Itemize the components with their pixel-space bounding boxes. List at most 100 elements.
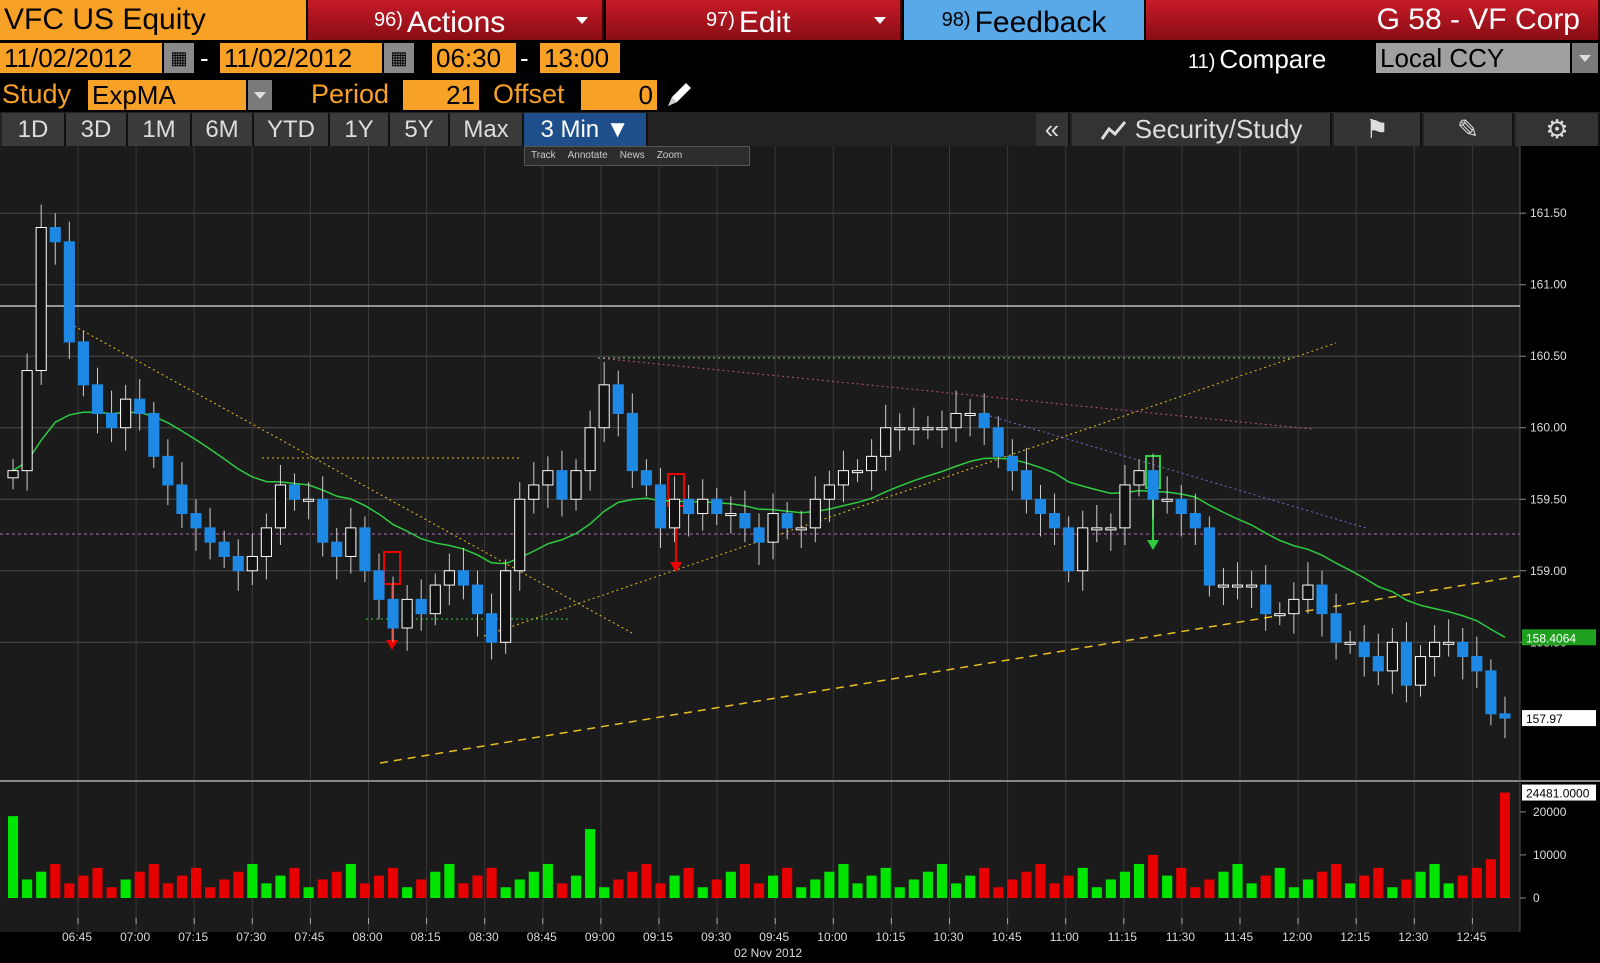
candle bbox=[1175, 498, 1187, 515]
volume-bar bbox=[233, 871, 244, 898]
volume-bar bbox=[1401, 879, 1412, 898]
toolbar-annotate[interactable]: Annotate bbox=[562, 147, 614, 165]
candle bbox=[556, 470, 568, 500]
volume-bar bbox=[1499, 792, 1511, 898]
start-date-field[interactable]: 11/02/2012 bbox=[0, 43, 162, 73]
candle bbox=[486, 613, 498, 643]
tab-1m[interactable]: 1M bbox=[128, 113, 192, 146]
candle bbox=[866, 455, 878, 472]
settings-button[interactable]: ⚙ bbox=[1516, 113, 1600, 146]
volume-bar bbox=[669, 875, 680, 898]
price-chart[interactable]: 161.50 161.00 160.50 160.00 159.50 159.00 158.… bbox=[0, 146, 1600, 963]
volume-bar bbox=[1035, 863, 1046, 898]
tab-3-min[interactable]: 3 Min ▼ bbox=[524, 113, 648, 146]
currency-select[interactable]: Local CCY bbox=[1376, 43, 1570, 73]
volume-bar bbox=[1485, 859, 1496, 898]
volume-bar bbox=[950, 883, 962, 898]
edit-chart-button[interactable]: ✎ bbox=[1424, 113, 1514, 146]
calendar-icon[interactable]: ▦ bbox=[164, 43, 194, 73]
volume-bar bbox=[627, 871, 638, 898]
candle bbox=[837, 470, 850, 486]
date-label: 02 Nov 2012 bbox=[734, 946, 802, 960]
collapse-button[interactable]: « bbox=[1036, 113, 1070, 146]
offset-field[interactable]: 0 bbox=[581, 80, 657, 110]
currency-dropdown[interactable] bbox=[1572, 43, 1598, 73]
candle bbox=[7, 470, 19, 479]
compare-label: Compare bbox=[1219, 44, 1327, 74]
candle bbox=[640, 470, 652, 486]
security-study-label: Security/Study bbox=[1134, 114, 1303, 144]
candle bbox=[63, 241, 75, 343]
volume-bar bbox=[1007, 879, 1018, 898]
x-tick-label: 07:15 bbox=[178, 930, 208, 944]
feedback-button[interactable]: 98) Feedback bbox=[904, 0, 1144, 40]
toolbar-news[interactable]: News bbox=[614, 147, 651, 165]
security-ticker[interactable]: VFC US Equity bbox=[0, 0, 306, 40]
x-tick-label: 10:45 bbox=[992, 930, 1022, 944]
compare-button[interactable]: 11) Compare bbox=[1188, 43, 1326, 78]
tab-6m[interactable]: 6M bbox=[192, 113, 254, 146]
volume-bar bbox=[1218, 871, 1229, 898]
volume-bar bbox=[22, 879, 33, 898]
actions-menu[interactable]: 96) Actions bbox=[308, 0, 604, 40]
volume-bar bbox=[965, 875, 976, 898]
candle bbox=[964, 412, 976, 416]
volume-bar bbox=[1176, 867, 1187, 898]
tab-max[interactable]: Max bbox=[450, 113, 524, 146]
security-study-button[interactable]: Security/Study bbox=[1072, 113, 1332, 146]
calendar-icon[interactable]: ▦ bbox=[384, 43, 414, 73]
candle bbox=[880, 427, 892, 457]
candle bbox=[528, 484, 540, 500]
volume-bar bbox=[444, 863, 455, 898]
end-date-field[interactable]: 11/02/2012 bbox=[220, 43, 382, 73]
candle bbox=[908, 427, 920, 431]
volume-bar bbox=[824, 871, 835, 898]
tab-1d[interactable]: 1D bbox=[2, 113, 66, 146]
candle bbox=[246, 555, 258, 572]
volume-bar bbox=[1133, 863, 1145, 898]
start-time-field[interactable]: 06:30 bbox=[432, 43, 516, 73]
x-tick-label: 11:45 bbox=[1224, 930, 1253, 944]
security-name: G 58 - VF Corp bbox=[1146, 0, 1600, 40]
actions-label: Actions bbox=[406, 6, 506, 39]
actions-number: 96) bbox=[374, 9, 403, 31]
candle bbox=[1485, 670, 1497, 715]
candle bbox=[851, 470, 864, 474]
edit-menu[interactable]: 97) Edit bbox=[606, 0, 902, 40]
volume-bar bbox=[1345, 883, 1356, 898]
tab-ytd[interactable]: YTD bbox=[254, 113, 330, 146]
volume-bar bbox=[1148, 854, 1159, 898]
candle bbox=[303, 498, 315, 502]
last-price-badge: 157.97 bbox=[1526, 712, 1563, 726]
candle bbox=[1499, 713, 1511, 719]
volume-bar bbox=[768, 875, 779, 898]
candle bbox=[429, 584, 441, 615]
volume-bar bbox=[1457, 875, 1468, 898]
volume-bar bbox=[1246, 883, 1257, 898]
period-field[interactable]: 21 bbox=[403, 80, 479, 110]
volume-bar bbox=[1302, 879, 1313, 898]
volume-bar bbox=[7, 816, 19, 898]
tab-3d[interactable]: 3D bbox=[66, 113, 128, 146]
study-select[interactable]: ExpMA bbox=[88, 80, 246, 110]
volume-bar bbox=[599, 887, 610, 898]
edit-label: Edit bbox=[738, 6, 791, 39]
toolbar-zoom[interactable]: Zoom bbox=[651, 147, 689, 165]
volume-bar bbox=[247, 863, 258, 898]
y-tick-label: 161.50 bbox=[1530, 206, 1567, 220]
y-tick-label: 159.00 bbox=[1530, 564, 1567, 578]
volume-bar bbox=[64, 883, 75, 898]
tab-5y[interactable]: 5Y bbox=[390, 113, 450, 146]
x-tick-label: 09:30 bbox=[701, 930, 731, 944]
tab-1y[interactable]: 1Y bbox=[330, 113, 390, 146]
toolbar-track[interactable]: Track bbox=[525, 147, 562, 165]
x-tick-label: 08:15 bbox=[411, 930, 441, 944]
bookmark-button[interactable]: ⚑ bbox=[1334, 113, 1422, 146]
volume-bar bbox=[1373, 867, 1384, 898]
candle bbox=[35, 227, 47, 372]
candle bbox=[105, 412, 118, 429]
study-dropdown[interactable] bbox=[248, 80, 272, 110]
end-time-field[interactable]: 13:00 bbox=[540, 43, 620, 73]
candle bbox=[148, 412, 160, 457]
pencil-icon[interactable] bbox=[664, 80, 694, 110]
